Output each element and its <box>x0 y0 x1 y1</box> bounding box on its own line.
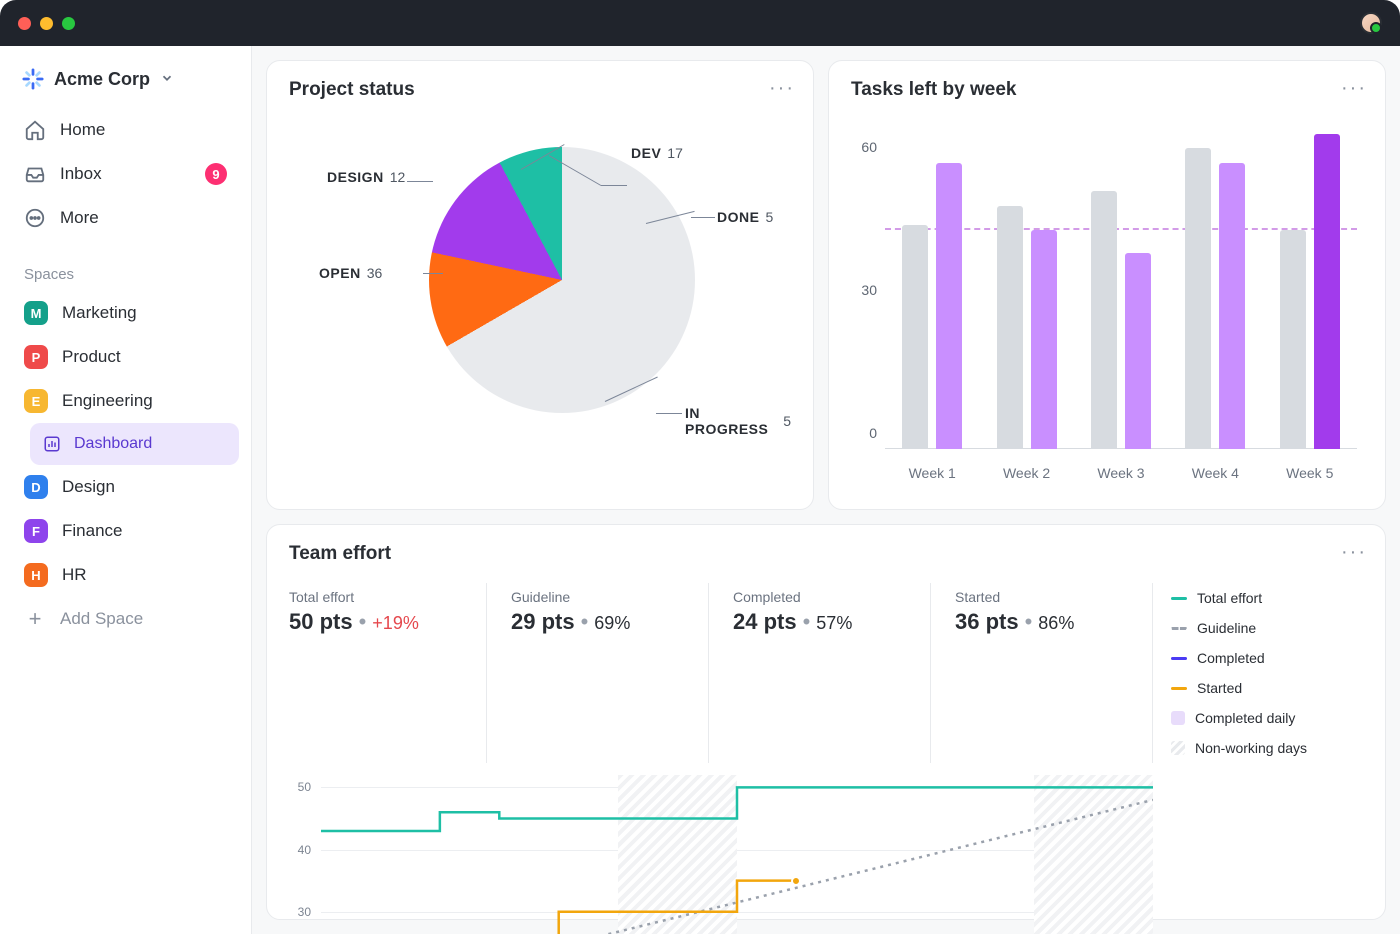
inbox-icon <box>24 163 46 185</box>
space-icon: P <box>24 345 48 369</box>
nav-home[interactable]: Home <box>12 108 239 152</box>
bar <box>1031 230 1057 449</box>
space-label: HR <box>62 565 87 585</box>
effort-legend: Total effort Guideline Completed Started… <box>1153 583 1363 763</box>
spaces-list: M Marketing P Product E Engineering Dashboard D… <box>12 291 239 597</box>
effort-line-chart: 20304050 <box>289 775 1153 934</box>
card-menu-button[interactable]: ··· <box>1341 77 1367 100</box>
bar <box>997 206 1023 449</box>
pie-label-open: OPEN36 <box>319 265 382 281</box>
spaces-section-label: Spaces <box>12 240 239 291</box>
inbox-badge: 9 <box>205 163 227 185</box>
space-label: Engineering <box>62 391 153 411</box>
bar-group <box>1280 134 1340 449</box>
space-icon: D <box>24 475 48 499</box>
close-window-button[interactable] <box>18 17 31 30</box>
stat-started: Started 36 pts•86% <box>931 583 1153 763</box>
workspace-name: Acme Corp <box>54 69 150 90</box>
pie-label-done: DONE5 <box>717 209 773 225</box>
window-titlebar <box>0 0 1400 46</box>
bar-groups <box>885 115 1357 449</box>
pie-label-in-progress: IN PROGRESS5 <box>685 405 791 437</box>
card-project-status: Project status ··· DEV17 <box>266 60 814 510</box>
space-dashboard-label: Dashboard <box>74 435 152 453</box>
y-tick: 0 <box>869 425 877 441</box>
bar <box>1185 148 1211 449</box>
stat-completed: Completed 24 pts•57% <box>709 583 931 763</box>
plus-icon: + <box>24 608 46 630</box>
space-icon: M <box>24 301 48 325</box>
space-item-finance[interactable]: F Finance <box>12 509 239 553</box>
space-item-engineering[interactable]: E Engineering <box>12 379 239 423</box>
space-item-marketing[interactable]: M Marketing <box>12 291 239 335</box>
user-avatar[interactable] <box>1360 12 1382 34</box>
bar-group <box>1185 148 1245 449</box>
card-title: Team effort <box>289 543 1363 565</box>
stat-guideline: Guideline 29 pts•69% <box>487 583 709 763</box>
space-item-design[interactable]: D Design <box>12 465 239 509</box>
maximize-window-button[interactable] <box>62 17 75 30</box>
y-tick: 30 <box>861 282 877 298</box>
window-controls <box>18 17 75 30</box>
nav-inbox[interactable]: Inbox 9 <box>12 152 239 196</box>
chevron-down-icon <box>160 69 174 90</box>
dashboard-icon <box>42 434 62 454</box>
home-icon <box>24 119 46 141</box>
effort-stats: Total effort 50 pts•+19% Guideline 29 pt… <box>289 583 1363 763</box>
x-label: Week 2 <box>1003 465 1050 481</box>
pie-graphic <box>429 147 695 413</box>
y-tick: 60 <box>861 139 877 155</box>
space-icon: E <box>24 389 48 413</box>
bar-group <box>997 206 1057 449</box>
space-item-product[interactable]: P Product <box>12 335 239 379</box>
add-space-label: Add Space <box>60 609 143 629</box>
x-label: Week 5 <box>1286 465 1333 481</box>
nav-inbox-label: Inbox <box>60 164 102 184</box>
bar <box>902 225 928 449</box>
workspace-logo-icon <box>22 68 44 90</box>
x-label: Week 3 <box>1097 465 1144 481</box>
card-tasks-by-week: Tasks left by week ··· 03060 Week 1Week … <box>828 60 1386 510</box>
space-label: Finance <box>62 521 122 541</box>
bar <box>1314 134 1340 449</box>
bar-chart: 0 30 60 Week 1 Week 2 Week 3 Week 4 Week 5 <box>851 115 1363 485</box>
space-dashboard[interactable]: Dashboard <box>30 423 239 465</box>
space-item-hr[interactable]: H HR <box>12 553 239 597</box>
x-label: Week 4 <box>1192 465 1239 481</box>
space-label: Marketing <box>62 303 137 323</box>
add-space-button[interactable]: + Add Space <box>12 597 239 641</box>
bar <box>1091 191 1117 449</box>
sidebar: Acme Corp Home Inbox 9 More Spaces MMar <box>0 46 252 934</box>
space-icon: H <box>24 563 48 587</box>
card-title: Tasks left by week <box>851 79 1363 101</box>
workspace-switcher[interactable]: Acme Corp <box>12 58 239 108</box>
nav-more-label: More <box>60 208 99 228</box>
card-menu-button[interactable]: ··· <box>769 77 795 100</box>
card-title: Project status <box>289 79 791 101</box>
space-label: Product <box>62 347 121 367</box>
x-label: Week 1 <box>909 465 956 481</box>
card-team-effort: Team effort ··· Total effort 50 pts•+19%… <box>266 524 1386 920</box>
minimize-window-button[interactable] <box>40 17 53 30</box>
stat-total-effort: Total effort 50 pts•+19% <box>289 583 487 763</box>
pie-chart: DEV17 DESIGN12 DONE5 OPEN36 IN PROGRESS5 <box>289 101 791 471</box>
nav-more[interactable]: More <box>12 196 239 240</box>
bar-group <box>902 163 962 449</box>
bar <box>936 163 962 449</box>
bar-group <box>1091 191 1151 449</box>
bar-y-axis: 0 30 60 <box>851 115 881 449</box>
nav-home-label: Home <box>60 120 105 140</box>
pie-label-dev: DEV17 <box>631 145 683 161</box>
pie-label-design: DESIGN12 <box>327 169 405 185</box>
main-content: Project status ··· DEV17 <box>252 46 1400 934</box>
bar <box>1219 163 1245 449</box>
bar <box>1125 253 1151 449</box>
card-menu-button[interactable]: ··· <box>1341 541 1367 564</box>
bar <box>1280 230 1306 449</box>
space-label: Design <box>62 477 115 497</box>
more-icon <box>24 207 46 229</box>
bar-x-labels: Week 1 Week 2 Week 3 Week 4 Week 5 <box>885 465 1357 481</box>
space-icon: F <box>24 519 48 543</box>
